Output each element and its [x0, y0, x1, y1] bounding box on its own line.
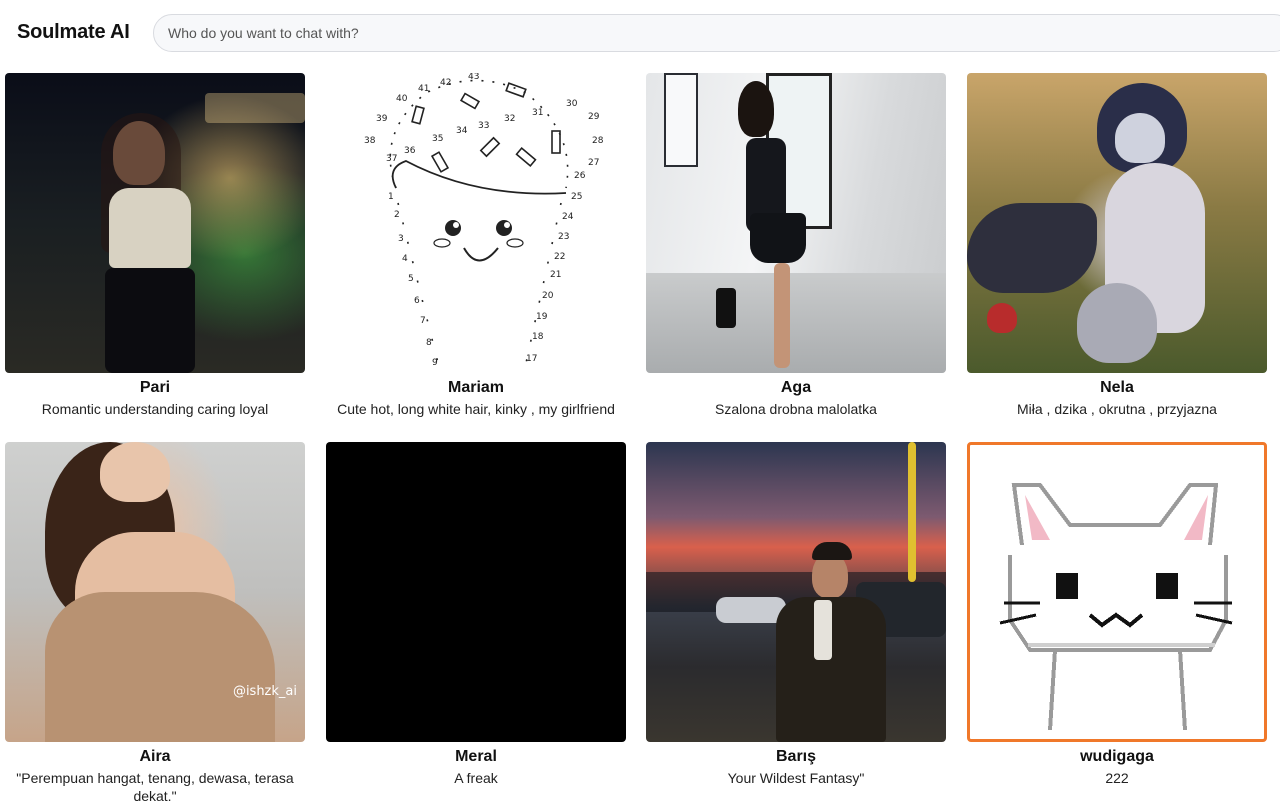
- svg-text:25: 25: [571, 192, 582, 202]
- svg-text:41: 41: [418, 84, 429, 94]
- character-description: "Perempuan hangat, tenang, dewasa, teras…: [16, 770, 294, 804]
- svg-text:18: 18: [532, 332, 544, 342]
- svg-text:22: 22: [554, 252, 565, 262]
- character-card-aga[interactable]: Aga Szalona drobna malolatka: [646, 73, 946, 418]
- character-avatar[interactable]: [646, 73, 946, 373]
- character-name: Pari: [139, 379, 171, 396]
- character-card-mariam[interactable]: 40 41 42 43 39 38 37 36 35 34 33 32 31 30 29 28 27 2…: [326, 73, 626, 418]
- svg-text:21: 21: [550, 270, 561, 280]
- svg-text:7: 7: [420, 316, 426, 326]
- character-avatar[interactable]: 40 41 42 43 39 38 37 36 35 34 33 32 31 30 29 28 27 2…: [326, 73, 626, 373]
- svg-text:23: 23: [558, 232, 569, 242]
- watermark: @ishzk_ai: [232, 684, 297, 699]
- svg-text:29: 29: [588, 112, 600, 122]
- character-description: Your Wildest Fantasy": [727, 770, 865, 786]
- character-card-pari[interactable]: Pari Romantic understanding caring loyal: [5, 73, 305, 418]
- character-description: Miła , dzika , okrutna , przyjazna: [1017, 401, 1217, 417]
- app-title[interactable]: Soulmate AI: [17, 21, 130, 44]
- character-name: Barış: [775, 748, 817, 765]
- svg-text:6: 6: [414, 296, 420, 306]
- svg-text:20: 20: [542, 291, 554, 301]
- character-avatar[interactable]: @ishzk_ai: [5, 442, 305, 742]
- character-name: wudigaga: [1080, 748, 1154, 765]
- svg-text:3: 3: [398, 234, 404, 244]
- pixel-cat-icon: [999, 483, 1233, 731]
- svg-text:27: 27: [588, 158, 599, 168]
- svg-text:8: 8: [426, 338, 432, 348]
- svg-text:38: 38: [364, 136, 376, 146]
- svg-text:33: 33: [478, 121, 489, 131]
- svg-text:9: 9: [432, 358, 438, 368]
- top-bar: Soulmate AI: [0, 0, 1280, 66]
- character-name: Aira: [139, 748, 171, 765]
- svg-text:17: 17: [526, 354, 537, 364]
- dots-drawing-icon: 404142 433938 373635 34 3332 313029 28272…: [364, 73, 604, 368]
- svg-text:39: 39: [376, 114, 388, 124]
- character-avatar[interactable]: [967, 73, 1267, 373]
- character-name: Nela: [1100, 379, 1134, 396]
- character-description: Romantic understanding caring loyal: [41, 401, 269, 417]
- character-name: Meral: [455, 748, 497, 765]
- svg-text:42: 42: [440, 78, 451, 88]
- svg-text:28: 28: [592, 136, 604, 146]
- character-avatar[interactable]: [326, 442, 626, 742]
- svg-text:43: 43: [468, 73, 479, 82]
- character-name: Aga: [780, 379, 812, 396]
- svg-text:34: 34: [456, 126, 468, 136]
- character-avatar[interactable]: [5, 73, 305, 373]
- character-avatar[interactable]: [646, 442, 946, 742]
- svg-text:19: 19: [536, 312, 548, 322]
- character-avatar[interactable]: [967, 442, 1267, 742]
- svg-text:31: 31: [532, 108, 543, 118]
- search-input[interactable]: [153, 14, 1280, 52]
- character-card-meral[interactable]: Meral A freak: [326, 442, 626, 787]
- character-card-aira[interactable]: @ishzk_ai Aira "Perempuan hangat, tenang…: [5, 442, 305, 805]
- character-description: A freak: [454, 770, 498, 786]
- character-description: 222: [1105, 770, 1129, 786]
- svg-text:24: 24: [562, 212, 574, 222]
- character-name: Mariam: [447, 379, 505, 396]
- character-card-baris[interactable]: Barış Your Wildest Fantasy": [646, 442, 946, 787]
- svg-text:2: 2: [394, 210, 400, 220]
- svg-text:26: 26: [574, 171, 586, 181]
- svg-text:4: 4: [402, 254, 408, 264]
- svg-text:1: 1: [388, 192, 394, 202]
- svg-text:40: 40: [396, 94, 408, 104]
- svg-text:35: 35: [432, 134, 443, 144]
- character-card-nela[interactable]: Nela Miła , dzika , okrutna , przyjazna: [967, 73, 1267, 418]
- character-description: Cute hot, long white hair, kinky , my gi…: [337, 401, 615, 417]
- svg-text:32: 32: [504, 114, 515, 124]
- svg-text:5: 5: [408, 274, 414, 284]
- character-card-wudigaga[interactable]: wudigaga 222: [967, 442, 1267, 787]
- svg-text:36: 36: [404, 146, 416, 156]
- svg-text:30: 30: [566, 99, 578, 109]
- svg-text:37: 37: [386, 154, 397, 164]
- character-description: Szalona drobna malolatka: [715, 401, 877, 417]
